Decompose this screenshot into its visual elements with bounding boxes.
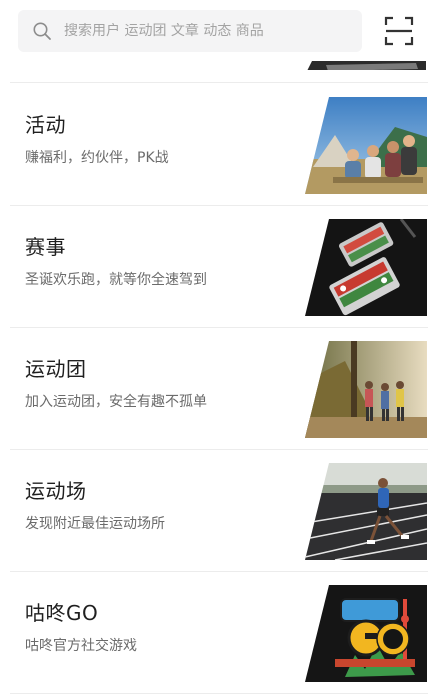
list-item-sports-group[interactable]: 运动团 加入运动团，安全有趣不孤单: [0, 327, 438, 449]
campsite-friends-photo: [305, 97, 427, 194]
search-icon: [33, 22, 51, 40]
list-item-activity[interactable]: 活动 赚福利，约伙伴，PK战: [0, 83, 438, 205]
list-item-venue[interactable]: 运动场 发现附近最佳运动场所: [0, 449, 438, 571]
item-subtitle: 加入运动团，安全有趣不孤单: [25, 394, 207, 410]
item-subtitle: 圣诞欢乐跑，就等你全速驾到: [25, 272, 207, 288]
scan-icon[interactable]: [384, 16, 414, 46]
item-title: 运动团: [25, 357, 87, 381]
item-subtitle: 咕咚官方社交游戏: [25, 638, 137, 654]
race-medals-photo: [305, 219, 427, 316]
list-item-codoon-go[interactable]: 咕咚GO 咕咚官方社交游戏: [0, 571, 438, 693]
list-item-race[interactable]: 赛事 圣诞欢乐跑，就等你全速驾到: [0, 205, 438, 327]
track-runner-photo: [305, 463, 427, 560]
item-subtitle: 发现附近最佳运动场所: [25, 516, 165, 532]
item-title: 运动场: [25, 479, 87, 503]
search-bar[interactable]: [18, 10, 362, 52]
item-title: 咕咚GO: [25, 601, 99, 625]
top-bar: [0, 0, 438, 66]
group-trail-run-photo: [305, 341, 427, 438]
discover-page: 活动 赚福利，约伙伴，PK战: [0, 0, 438, 695]
item-title: 赛事: [25, 235, 66, 259]
search-input[interactable]: [64, 23, 354, 39]
item-subtitle: 赚福利，约伙伴，PK战: [25, 150, 169, 166]
previous-item-thumbnail: [306, 58, 426, 70]
item-title: 活动: [25, 113, 66, 137]
codoon-go-logo: [305, 585, 427, 682]
divider: [10, 693, 428, 694]
